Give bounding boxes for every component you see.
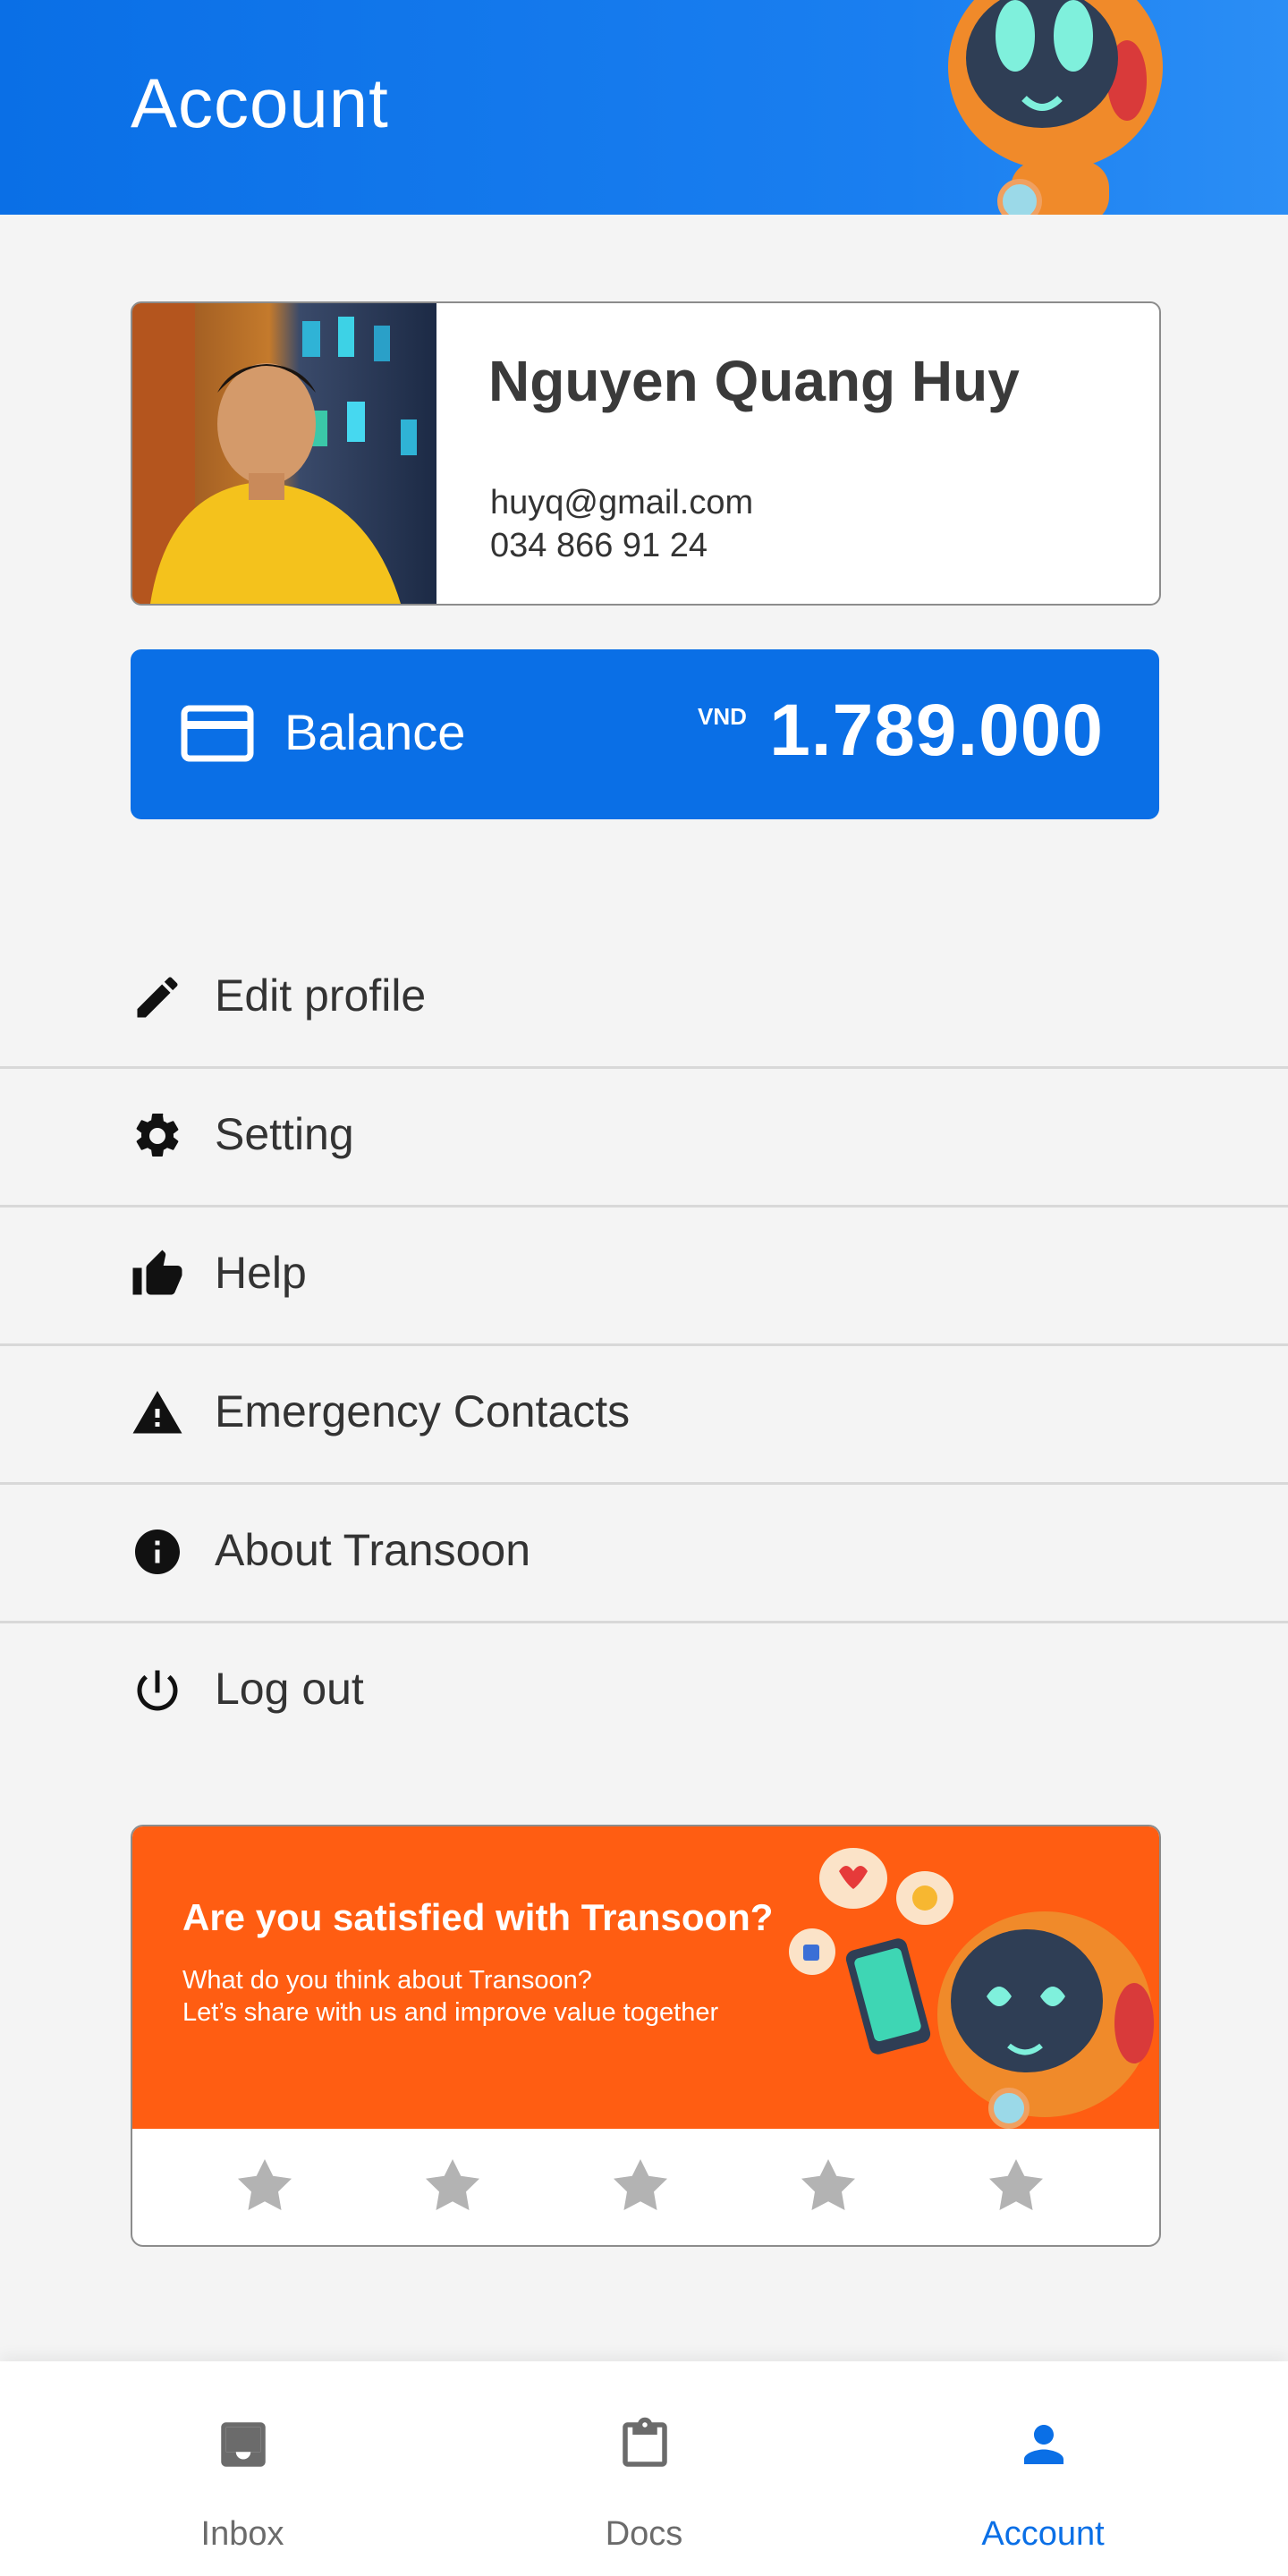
menu-label: Log out — [215, 1664, 364, 1714]
robot-mascot-icon — [948, 0, 1163, 215]
pencil-icon — [137, 977, 178, 1018]
page-title: Account — [131, 64, 389, 142]
survey-description-line1: What do you think about Transoon? — [182, 1966, 592, 1995]
profile-email: huyq@gmail.com — [490, 484, 754, 521]
gear-icon — [136, 1113, 179, 1157]
menu-label: Edit profile — [215, 970, 427, 1021]
star-icon[interactable] — [982, 2154, 1050, 2218]
balance-card[interactable]: Balance VND 1.789.000 — [131, 649, 1159, 819]
thumbs-up-icon — [132, 1250, 182, 1295]
avatar — [132, 303, 436, 604]
balance-label: Balance — [284, 704, 466, 760]
account-menu: Edit profile Setting Help Emergency Cont… — [0, 930, 1288, 1759]
power-icon — [137, 1670, 178, 1711]
rating-stars — [132, 2129, 1159, 2245]
nav-item-docs[interactable]: Docs — [510, 2361, 778, 2576]
star-icon[interactable] — [231, 2154, 299, 2218]
menu-label: Emergency Contacts — [215, 1386, 631, 1436]
balance-amount: 1.789.000 — [769, 690, 1104, 771]
survey-description-line2: Let’s share with us and improve value to… — [182, 1998, 719, 2027]
nav-label: Inbox — [200, 2515, 284, 2553]
menu-label: Setting — [215, 1109, 354, 1159]
menu-item-edit-profile[interactable]: Edit profile — [0, 930, 1288, 1069]
satisfaction-survey-card: Are you satisfied with Transoon? What do… — [131, 1825, 1161, 2247]
star-icon[interactable] — [794, 2154, 862, 2218]
nav-label: Account — [981, 2515, 1105, 2553]
profile-card[interactable]: Nguyen Quang Huy huyq@gmail.com 034 866 … — [131, 301, 1161, 606]
menu-item-setting[interactable]: Setting — [0, 1069, 1288, 1208]
menu-label: Help — [215, 1248, 307, 1298]
menu-item-log-out[interactable]: Log out — [0, 1623, 1288, 1759]
nav-item-account[interactable]: Account — [909, 2361, 1177, 2576]
person-icon — [1024, 2425, 1063, 2464]
warning-icon — [132, 1391, 182, 1434]
star-icon[interactable] — [606, 2154, 674, 2218]
app-header: Account — [0, 0, 1288, 215]
robot-with-phone-illustration — [789, 1848, 1154, 2129]
nav-item-inbox[interactable]: Inbox — [108, 2361, 377, 2576]
profile-phone: 034 866 91 24 — [490, 527, 708, 564]
menu-label: About Transoon — [215, 1525, 531, 1575]
menu-item-emergency-contacts[interactable]: Emergency Contacts — [0, 1346, 1288, 1485]
inbox-icon — [221, 2422, 266, 2467]
clipboard-icon — [623, 2417, 667, 2467]
profile-name: Nguyen Quang Huy — [488, 349, 1020, 413]
bottom-navigation: Inbox Docs Account — [0, 2361, 1288, 2576]
survey-banner: Are you satisfied with Transoon? What do… — [132, 1826, 1159, 2129]
menu-item-help[interactable]: Help — [0, 1208, 1288, 1346]
star-icon[interactable] — [419, 2154, 487, 2218]
menu-item-about-transoon[interactable]: About Transoon — [0, 1485, 1288, 1623]
info-icon — [135, 1530, 180, 1574]
survey-title: Are you satisfied with Transoon? — [182, 1896, 774, 1938]
nav-label: Docs — [605, 2515, 683, 2553]
balance-currency: VND — [698, 703, 747, 730]
credit-card-icon — [181, 705, 254, 762]
